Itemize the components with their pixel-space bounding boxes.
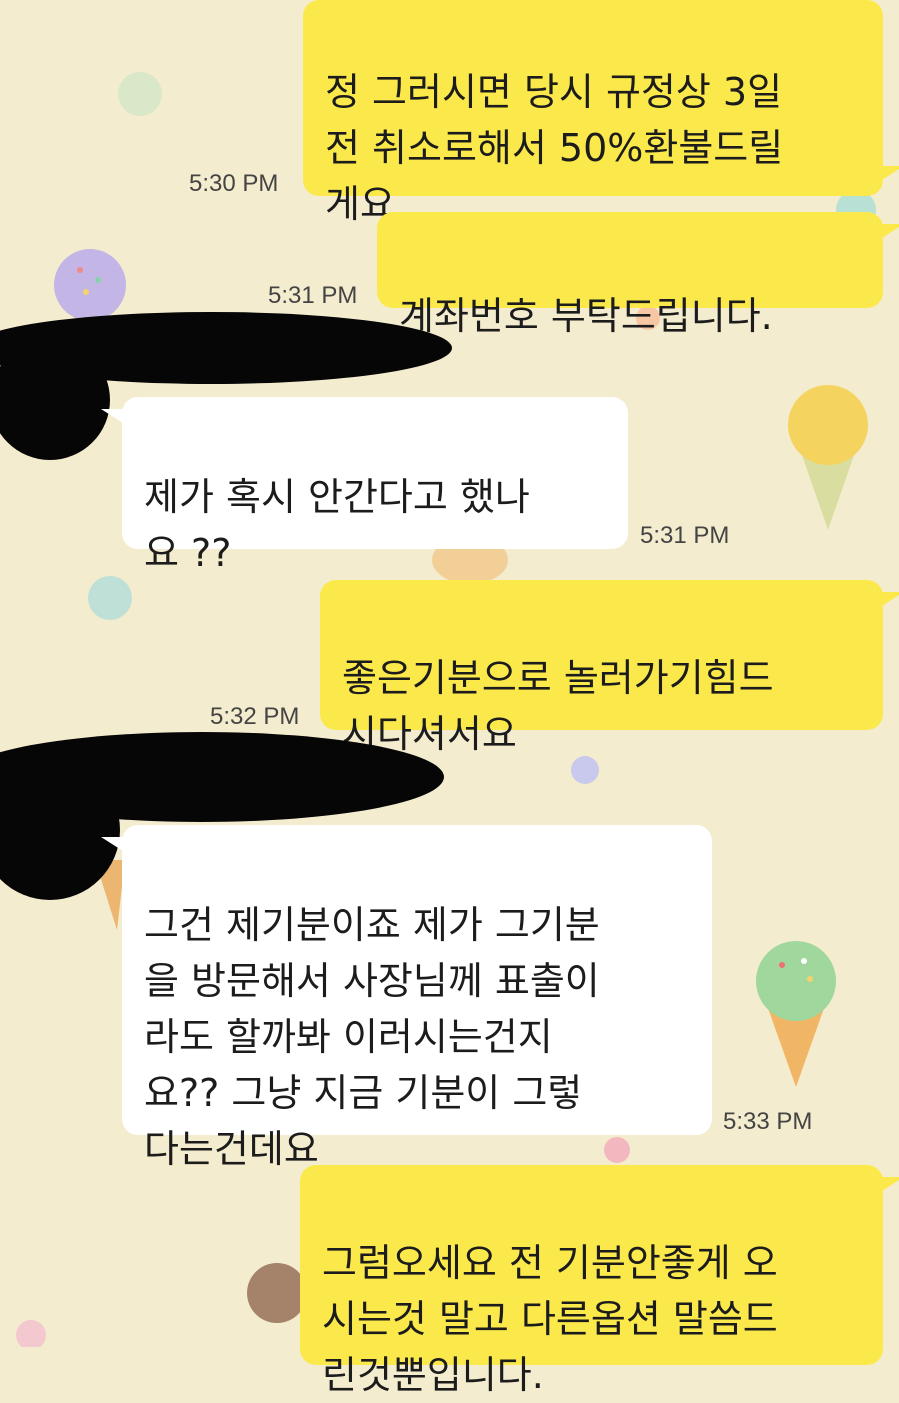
message-text: 그건 제기분이죠 제가 그기분 을 방문해서 사장님께 표출이 라도 할까봐 이… bbox=[144, 903, 600, 1171]
message-timestamp: 5:32 PM bbox=[210, 703, 300, 730]
message-timestamp: 5:31 PM bbox=[268, 282, 358, 309]
my-message-bubble: 계좌번호 부탁드립니다. bbox=[377, 212, 883, 338]
my-message-bubble: 정 그러시면 당시 규정상 3일 전 취소로해서 50%환불드릴 게요 bbox=[303, 0, 883, 226]
ice-cream-cone-icon bbox=[756, 941, 836, 1087]
message-timestamp: 5:33 PM bbox=[723, 1108, 813, 1135]
message-text: 계좌번호 부탁드립니다. bbox=[399, 294, 773, 338]
my-message-bubble: 좋은기분으로 놀러가기힘드 시다셔서요 bbox=[320, 580, 883, 756]
polka-dot-icon bbox=[16, 1320, 46, 1347]
bubble-tail bbox=[101, 409, 123, 423]
message-timestamp: 5:30 PM bbox=[189, 170, 279, 197]
polka-dot-icon bbox=[604, 1137, 630, 1163]
polka-dot-icon bbox=[118, 72, 162, 116]
message-text: 그럼오세요 전 기분안좋게 오 시는것 말고 다른옵션 말씀드 린것뿐입니다. bbox=[322, 1241, 778, 1397]
bubble-tail bbox=[882, 166, 899, 180]
bubble-tail bbox=[101, 837, 123, 851]
bubble-tail bbox=[882, 1177, 899, 1191]
bubble-tail bbox=[882, 592, 899, 606]
polka-dot-icon bbox=[88, 576, 132, 620]
their-message-bubble: 제가 혹시 안간다고 했나 요 ?? bbox=[122, 397, 628, 575]
polka-dot-icon bbox=[571, 756, 599, 784]
bubble-tail bbox=[882, 224, 899, 238]
ice-cream-cone-icon bbox=[788, 385, 868, 530]
message-timestamp: 5:31 PM bbox=[640, 522, 730, 549]
my-message-bubble: 그럼오세요 전 기분안좋게 오 시는것 말고 다른옵션 말씀드 린것뿐입니다. bbox=[300, 1165, 883, 1397]
their-message-bubble: 그건 제기분이죠 제가 그기분 을 방문해서 사장님께 표출이 라도 할까봐 이… bbox=[122, 825, 712, 1171]
ice-cream-cone-icon bbox=[247, 1263, 307, 1323]
